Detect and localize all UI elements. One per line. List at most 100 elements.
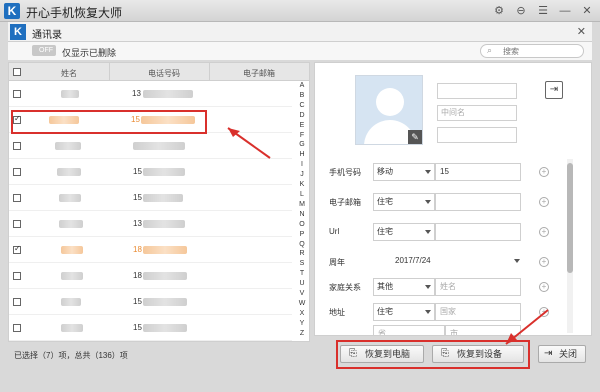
table-row[interactable]: 15 <box>9 290 292 315</box>
add-email-icon[interactable]: + <box>539 197 549 207</box>
alpha-e[interactable]: E <box>296 121 308 131</box>
contact-name <box>61 324 83 332</box>
alpha-c[interactable]: C <box>296 101 308 111</box>
alpha-y[interactable]: Y <box>296 319 308 329</box>
alpha-f[interactable]: F <box>296 131 308 141</box>
alpha-z[interactable]: Z <box>296 329 308 339</box>
contact-phone: 13 <box>133 219 142 228</box>
alpha-m[interactable]: M <box>296 200 308 210</box>
alpha-o[interactable]: O <box>296 220 308 230</box>
row-checkbox[interactable] <box>13 220 21 228</box>
row-checkbox[interactable] <box>13 168 21 176</box>
table-row[interactable]: 15 <box>9 316 292 341</box>
anniversary-label: 周年 <box>329 258 345 267</box>
alpha-d[interactable]: D <box>296 111 308 121</box>
contacts-close-icon[interactable]: ✕ <box>577 25 586 38</box>
alpha-h[interactable]: H <box>296 150 308 160</box>
alpha-k[interactable]: K <box>296 180 308 190</box>
date-dropdown[interactable] <box>511 253 523 271</box>
restore-to-pc-button[interactable]: ⎘ 恢复到电脑 <box>340 345 424 363</box>
avatar: ✎ <box>355 75 423 145</box>
alpha-i[interactable]: I <box>296 160 308 170</box>
restore-to-device-button[interactable]: ⎘ 恢复到设备 <box>432 345 524 363</box>
table-row[interactable]: 13 <box>9 82 292 107</box>
mobile-label: 手机号码 <box>329 168 361 177</box>
row-checkbox[interactable] <box>13 324 21 332</box>
select-all-checkbox[interactable] <box>13 68 21 76</box>
row-checkbox[interactable] <box>13 298 21 306</box>
alpha-p[interactable]: P <box>296 230 308 240</box>
alpha-w[interactable]: W <box>296 299 308 309</box>
alpha-x[interactable]: X <box>296 309 308 319</box>
alpha-l[interactable]: L <box>296 190 308 200</box>
address-type-select[interactable]: 住宅 <box>373 303 435 321</box>
table-row[interactable]: 18 <box>9 264 292 289</box>
country-input[interactable]: 国家 <box>435 303 521 321</box>
only-deleted-toggle[interactable]: OFF <box>32 45 56 56</box>
email-input[interactable] <box>435 193 521 211</box>
row-checkbox[interactable] <box>13 272 21 280</box>
contact-detail: ✎ 中间名 ⇥ 手机号码 移动 15 + 电子邮箱 住宅 + Url 住宅 + … <box>314 62 592 336</box>
url-type-select[interactable]: 住宅 <box>373 223 435 241</box>
relation-type-select[interactable]: 其他 <box>373 278 435 296</box>
alpha-b[interactable]: B <box>296 91 308 101</box>
table-row[interactable]: 15 <box>9 160 292 185</box>
search-icon: ⌕ <box>487 45 493 55</box>
table-row[interactable]: 15 <box>9 186 292 211</box>
city-input[interactable]: 市 <box>445 325 521 335</box>
row-checkbox[interactable] <box>13 244 21 254</box>
restore-to-device-label: 恢复到设备 <box>457 349 503 359</box>
alpha-t[interactable]: T <box>296 269 308 279</box>
first-name-field[interactable] <box>437 83 517 99</box>
add-date-icon[interactable]: + <box>539 257 549 267</box>
contact-name <box>61 298 81 306</box>
row-checkbox[interactable] <box>13 194 21 202</box>
contacts-logo-icon: K <box>10 24 26 40</box>
row-checkbox[interactable] <box>13 90 21 98</box>
phone-redaction <box>143 298 187 306</box>
address-type-value: 住宅 <box>377 307 393 316</box>
middle-name-field[interactable]: 中间名 <box>437 105 517 121</box>
search-input[interactable] <box>503 46 579 57</box>
alpha-n[interactable]: N <box>296 210 308 220</box>
alpha-j[interactable]: J <box>296 170 308 180</box>
add-relation-icon[interactable]: + <box>539 282 549 292</box>
email-type-select[interactable]: 住宅 <box>373 193 435 211</box>
selection-status: 已选择（7）项，总共（136）项 <box>14 351 128 360</box>
alpha-q[interactable]: Q <box>296 240 308 250</box>
settings-icon[interactable]: ⚙ <box>492 4 506 18</box>
menu-icon[interactable]: ☰ <box>536 4 550 18</box>
edit-avatar-icon[interactable]: ✎ <box>408 130 422 144</box>
export-contact-icon[interactable]: ⇥ <box>545 81 563 99</box>
alpha-u[interactable]: U <box>296 279 308 289</box>
alpha-v[interactable]: V <box>296 289 308 299</box>
feedback-icon[interactable]: ⊖ <box>514 4 528 18</box>
relation-name-input[interactable]: 姓名 <box>435 278 521 296</box>
url-input[interactable] <box>435 223 521 241</box>
alpha-a[interactable]: A <box>296 81 308 91</box>
alpha-r[interactable]: R <box>296 249 308 259</box>
detail-scrollbar[interactable] <box>567 159 573 333</box>
table-row[interactable]: 13 <box>9 212 292 237</box>
alpha-s[interactable]: S <box>296 259 308 269</box>
minimize-icon[interactable]: — <box>558 4 572 18</box>
scroll-thumb[interactable] <box>567 163 573 273</box>
close-button[interactable]: ⇥ 关闭 <box>538 345 586 363</box>
add-mobile-icon[interactable]: + <box>539 167 549 177</box>
table-row[interactable] <box>9 134 292 159</box>
last-name-field[interactable] <box>437 127 517 143</box>
email-label: 电子邮箱 <box>329 198 361 207</box>
contact-name <box>61 246 83 254</box>
add-url-icon[interactable]: + <box>539 227 549 237</box>
mobile-type-select[interactable]: 移动 <box>373 163 435 181</box>
add-address-icon[interactable]: + <box>539 307 549 317</box>
province-input[interactable]: 省 <box>373 325 445 335</box>
anniversary-date[interactable]: 2017/7/24 <box>391 253 511 271</box>
close-icon[interactable]: ✕ <box>580 4 594 18</box>
contact-phone: 18 <box>133 271 142 280</box>
alpha-g[interactable]: G <box>296 140 308 150</box>
mobile-input[interactable]: 15 <box>435 163 521 181</box>
row-checkbox[interactable] <box>13 142 21 150</box>
search-box[interactable]: ⌕ <box>480 44 584 58</box>
table-row[interactable]: 18 <box>9 238 292 263</box>
